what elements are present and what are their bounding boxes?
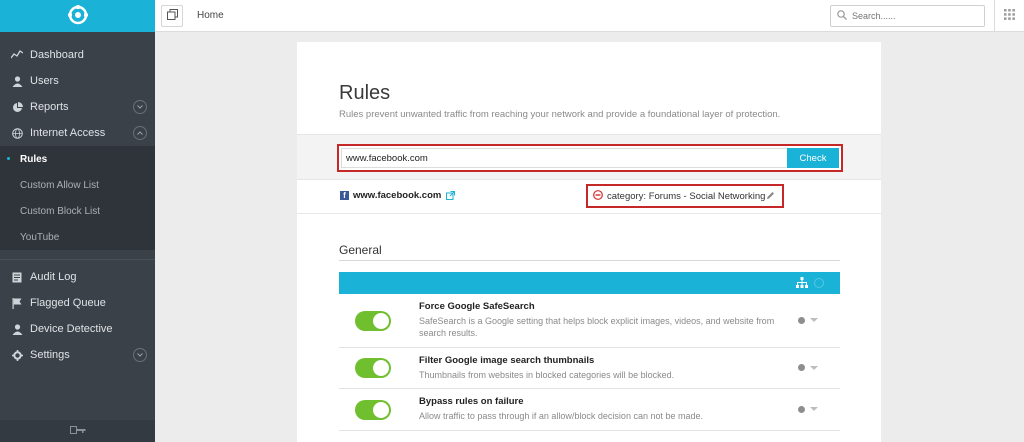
pencil-icon[interactable]	[766, 191, 775, 203]
chevron-up-icon[interactable]	[133, 126, 147, 140]
user-icon	[11, 323, 23, 335]
sidebar-item-youtube[interactable]: YouTube	[0, 224, 155, 250]
nav-label: Device Detective	[30, 323, 113, 335]
table-row: Bypass rules on failure Allow traffic to…	[339, 389, 840, 431]
sidebar-item-custom-allow-list[interactable]: Custom Allow List	[0, 172, 155, 198]
toggle-filter-image-thumbnails[interactable]	[355, 358, 391, 378]
log-icon	[11, 271, 23, 283]
rule-description: Thumbnails from websites in blocked cate…	[419, 370, 675, 380]
result-domain: www.facebook.com	[353, 190, 442, 201]
user-icon	[11, 75, 23, 87]
gear-icon	[11, 349, 23, 361]
status-dot-icon	[798, 405, 805, 413]
nav-label: Custom Block List	[20, 205, 101, 217]
sidebar-item-custom-block-list[interactable]: Custom Block List	[0, 198, 155, 224]
windows-icon	[166, 9, 178, 23]
toggle-knob	[373, 312, 389, 329]
flag-icon	[11, 297, 23, 309]
globe-icon	[11, 127, 23, 139]
result-category: category: Forums - Social Networking	[586, 184, 784, 208]
sidebar-item-rules[interactable]: Rules	[0, 146, 155, 172]
status-dot-icon	[798, 316, 805, 324]
activity-icon	[11, 49, 23, 61]
general-rules-table: Force Google SafeSearch SafeSearch is a …	[339, 272, 840, 431]
nav-item-reports[interactable]: Reports	[0, 94, 155, 120]
grid-icon	[1004, 9, 1015, 23]
breadcrumb[interactable]: Home	[197, 10, 224, 21]
table-row: Force Google SafeSearch SafeSearch is a …	[339, 294, 840, 348]
facebook-icon: f	[340, 191, 349, 200]
toggle-knob	[373, 360, 389, 376]
top-bar: Home	[155, 0, 1024, 32]
nav-divider	[0, 250, 155, 260]
chevron-down-icon[interactable]	[133, 100, 147, 114]
chevron-down-icon[interactable]	[133, 348, 147, 362]
nav-label: YouTube	[20, 231, 60, 243]
url-check-band: Check	[297, 134, 881, 180]
network-hierarchy-icon[interactable]	[796, 277, 808, 291]
info-icon[interactable]	[814, 278, 824, 288]
toggle-bypass-rules-on-failure[interactable]	[355, 399, 391, 420]
shield-logo-icon[interactable]	[67, 4, 89, 29]
key-icon[interactable]	[69, 425, 86, 437]
rule-title: Filter Google image search thumbnails	[419, 355, 595, 366]
window-toggle-button[interactable]	[161, 5, 183, 27]
sidebar-footer	[0, 420, 155, 442]
external-link-icon[interactable]	[446, 191, 456, 200]
nav-item-internet-access[interactable]: Internet Access	[0, 120, 155, 146]
nav-label: Dashboard	[30, 49, 84, 61]
nav-item-flagged-queue[interactable]: Flagged Queue	[0, 290, 155, 316]
search-box[interactable]	[830, 5, 985, 27]
logo-bar	[0, 0, 155, 32]
page-subtitle: Rules prevent unwanted traffic from reac…	[339, 109, 781, 120]
nav-item-device-detective[interactable]: Device Detective	[0, 316, 155, 342]
rule-description: SafeSearch is a Google setting that help…	[419, 316, 775, 338]
nav-item-settings[interactable]: Settings	[0, 342, 155, 368]
nav-label: Audit Log	[30, 271, 77, 283]
nav-item-audit-log[interactable]: Audit Log	[0, 264, 155, 290]
url-check-form: Check	[337, 144, 843, 172]
check-result: f www.facebook.com	[340, 190, 456, 201]
section-title-general: General	[339, 243, 382, 257]
main-nav: Dashboard Users Reports Internet Access	[0, 32, 155, 368]
nav-label: Internet Access	[30, 127, 106, 139]
nav-label: Flagged Queue	[30, 297, 106, 309]
apps-grid-button[interactable]	[994, 0, 1024, 32]
internet-access-subnav: Rules Custom Allow List Custom Block Lis…	[0, 146, 155, 250]
url-check-input[interactable]	[341, 148, 787, 168]
nav-item-dashboard[interactable]: Dashboard	[0, 42, 155, 68]
page-title: Rules	[339, 82, 391, 104]
table-header	[339, 272, 840, 294]
check-button[interactable]: Check	[787, 148, 839, 168]
nav-label: Custom Allow List	[20, 179, 99, 191]
table-row: Filter Google image search thumbnails Th…	[339, 348, 840, 389]
rule-options-dropdown[interactable]	[798, 364, 818, 371]
sidebar: Dashboard Users Reports Internet Access	[0, 0, 155, 442]
nav-label: Reports	[30, 101, 69, 113]
toggle-knob	[373, 401, 389, 418]
divider	[297, 213, 881, 214]
status-dot-icon	[798, 364, 805, 371]
nav-label: Settings	[30, 349, 70, 361]
caret-down-icon	[810, 318, 818, 322]
rule-title: Bypass rules on failure	[419, 396, 524, 407]
rule-options-dropdown[interactable]	[798, 405, 818, 413]
caret-down-icon	[810, 365, 818, 370]
rule-description: Allow traffic to pass through if an allo…	[419, 411, 703, 421]
category-label: category: Forums - Social Networking	[607, 190, 766, 202]
nav-label: Rules	[20, 153, 48, 165]
search-icon	[837, 9, 847, 23]
nav-item-users[interactable]: Users	[0, 68, 155, 94]
rules-card: Rules Rules prevent unwanted traffic fro…	[297, 42, 881, 442]
nav-label: Users	[30, 75, 59, 87]
rule-title: Force Google SafeSearch	[419, 301, 535, 312]
caret-down-icon	[810, 407, 818, 411]
pie-chart-icon	[11, 101, 23, 113]
search-input[interactable]	[852, 11, 972, 21]
toggle-force-google-safesearch[interactable]	[355, 310, 391, 331]
section-underline	[339, 260, 840, 261]
blocked-icon	[593, 189, 603, 203]
rule-options-dropdown[interactable]	[798, 316, 818, 324]
